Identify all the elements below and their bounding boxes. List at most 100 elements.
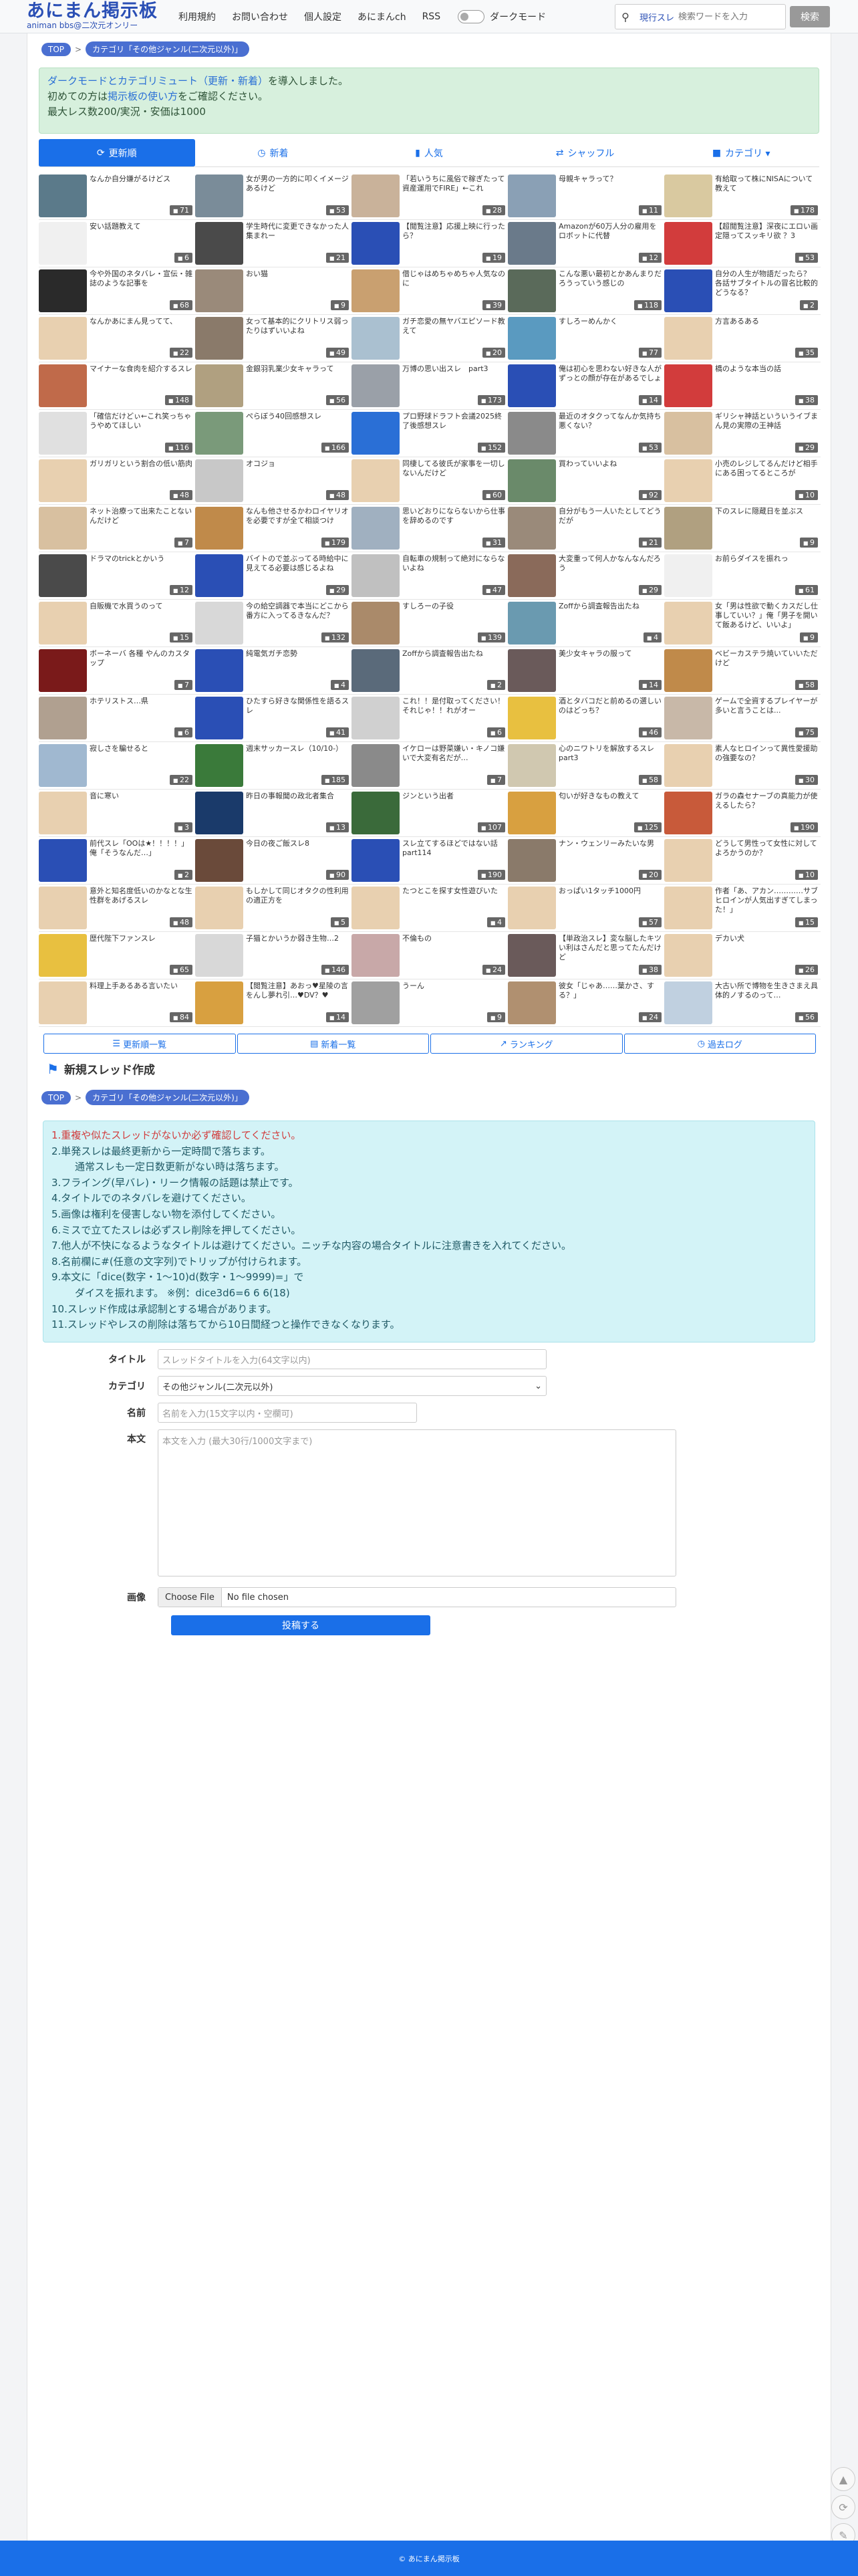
thread-thumbnail[interactable] — [351, 459, 400, 502]
thread-item[interactable]: 借じゃはめちゃめちゃ人気なのに39 — [351, 268, 508, 315]
thread-item[interactable]: もしかして同じオタクの性利用の適正方を5 — [195, 885, 351, 932]
thread-item[interactable]: デカい犬 26 — [664, 933, 821, 979]
thread-thumbnail[interactable] — [508, 839, 556, 882]
thread-thumbnail[interactable] — [195, 412, 243, 455]
thread-item[interactable]: 彼女「じゃあ……葉かさ、する？」24 — [508, 980, 664, 1027]
thread-item[interactable]: 【閲覧注意】あおっ♥星陵の言をんし夢れ引…♥DV？♥14 — [195, 980, 351, 1027]
thread-item[interactable]: 【超閲覧注意】深夜にエロい画定隠ってスッキリ欲 ？3 53 — [664, 221, 821, 267]
thread-title[interactable]: ネット治療って出来たことないんだけど — [90, 507, 192, 536]
thread-title[interactable]: 匂いが好きなもの教えて — [559, 792, 662, 821]
thread-title[interactable]: 彼女「じゃあ……葉かさ、する？」 — [559, 981, 662, 1011]
thread-item[interactable]: ベビーカステラ焼いていいただけど58 — [664, 648, 821, 695]
thread-title[interactable]: 女って基本的にクリトリス弱ったりはずいいよね — [246, 317, 349, 346]
thread-thumbnail[interactable] — [351, 269, 400, 312]
thread-thumbnail[interactable] — [39, 981, 87, 1024]
thread-thumbnail[interactable] — [664, 792, 712, 834]
thread-thumbnail[interactable] — [508, 174, 556, 217]
thread-title[interactable]: 今日の夜ご飯スレ8 — [246, 839, 349, 868]
thread-item[interactable]: 自転車の規制って絶対にならないよね47 — [351, 553, 508, 600]
site-logo[interactable]: あにまん掲示板 animan bbs@二次元オンリー — [27, 1, 167, 32]
thread-thumbnail[interactable] — [508, 649, 556, 692]
thread-title[interactable]: ジンという出者 — [402, 792, 505, 821]
thread-item[interactable]: ガリガリという割合の低い筋肉48 — [39, 458, 195, 505]
thread-thumbnail[interactable] — [664, 174, 712, 217]
thread-title[interactable]: 自分の人生が物語だったら？ 各話サブタイトルの冒名比較的どうなる？ — [715, 269, 818, 299]
tab-category[interactable]: ■ カテゴリ ▾ — [663, 139, 819, 167]
thread-thumbnail[interactable] — [508, 222, 556, 265]
thread-thumbnail[interactable] — [508, 981, 556, 1024]
nav-animanch[interactable]: あにまんch — [358, 10, 406, 23]
scroll-top-icon[interactable]: ▲ — [831, 2467, 855, 2491]
thread-item[interactable]: 美少女キャラの服って14 — [508, 648, 664, 695]
thread-title[interactable]: これ！！是付取ってください！それじゃ！！れがオー — [402, 697, 505, 726]
thread-title[interactable]: イケローは野菜嫌い・キノコ嫌いで大変有名だが… — [402, 744, 505, 774]
thread-thumbnail[interactable] — [351, 222, 400, 265]
search-input[interactable] — [678, 11, 785, 22]
thread-item[interactable]: 自分の人生が物語だったら？ 各話サブタイトルの冒名比較的どうなる？2 — [664, 268, 821, 315]
thread-title[interactable]: 「確信だけどぃ←これ笑っちゃうやめてほしい — [90, 412, 192, 441]
thread-item[interactable]: 今の給空調器で本当にどこから番方に入ってるきなんだ？132 — [195, 600, 351, 647]
thread-title[interactable]: 前代スレ「OOは★！！！！」俺「そうなんだ…」 — [90, 839, 192, 868]
thread-thumbnail[interactable] — [39, 554, 87, 597]
thread-title[interactable]: 週末サッカースレ（10/10-） — [246, 744, 349, 774]
thread-item[interactable]: すしろーめんかく 77 — [508, 316, 664, 362]
thread-item[interactable]: 安い話題教えて 6 — [39, 221, 195, 267]
thread-thumbnail[interactable] — [195, 269, 243, 312]
thread-thumbnail[interactable] — [664, 649, 712, 692]
thread-title[interactable]: 昨日の事報聞の政北者集合 — [246, 792, 349, 821]
thread-item[interactable]: 母親キャラって？11 — [508, 173, 664, 220]
thread-title[interactable]: バイトので並ぶってる時給中に見えてる必要は感じるよね — [246, 554, 349, 584]
thread-item[interactable]: 「確信だけどぃ←これ笑っちゃうやめてほしい 116 — [39, 411, 195, 457]
thread-title[interactable]: 大古い所で博物を生きさまえ具体的ノするのって… — [715, 981, 818, 1011]
thread-item[interactable]: こんな悪い最初とかあんまりだろうっていう感じの118 — [508, 268, 664, 315]
thread-thumbnail[interactable] — [39, 744, 87, 787]
thread-title[interactable]: 今や外国のネタバレ・宣伝・雑誌のような記事を — [90, 269, 192, 299]
thread-thumbnail[interactable] — [195, 459, 243, 502]
thread-item[interactable]: 買わっていいよね92 — [508, 458, 664, 505]
thread-thumbnail[interactable] — [39, 269, 87, 312]
thread-title[interactable]: お前らダイスを振れっ — [715, 554, 818, 584]
thread-title[interactable]: 【閲覧注意】応援上映に行ったら？ — [402, 222, 505, 251]
thread-item[interactable]: すしろーの子役139 — [351, 600, 508, 647]
breadcrumb-top[interactable]: TOP — [41, 1090, 72, 1104]
thread-item[interactable]: 思いどおりにならないから仕事を辞めるのです 31 — [351, 505, 508, 552]
thread-thumbnail[interactable] — [39, 839, 87, 882]
updated-list-button[interactable]: ☰ 更新順一覧 — [43, 1034, 236, 1054]
thread-thumbnail[interactable] — [508, 697, 556, 739]
thread-item[interactable]: お前らダイスを振れっ61 — [664, 553, 821, 600]
thread-item[interactable]: Zoffから調査報告出たね2 — [351, 648, 508, 695]
thread-thumbnail[interactable] — [664, 981, 712, 1024]
thread-thumbnail[interactable] — [664, 269, 712, 312]
title-input[interactable]: スレッドタイトルを入力(64文字以内) — [158, 1349, 547, 1369]
thread-thumbnail[interactable] — [664, 697, 712, 739]
thread-thumbnail[interactable] — [351, 649, 400, 692]
thread-item[interactable]: スレ立てするほどではない話part114 190 — [351, 838, 508, 885]
thread-item[interactable]: 女が男の一方的に叩くイメージあるけど53 — [195, 173, 351, 220]
thread-item[interactable]: 【閲覧注意】応援上映に行ったら？ 19 — [351, 221, 508, 267]
thread-item[interactable]: 学生時代に変更できなかった人集まれー 21 — [195, 221, 351, 267]
thread-item[interactable]: 心のニワトリを解放するスレpart358 — [508, 743, 664, 790]
breadcrumb-category[interactable]: カテゴリ「その他ジャンル(二次元以外)」 — [86, 1090, 249, 1105]
thread-title[interactable]: 金銀羽乳業少女キャラって — [246, 364, 349, 394]
thread-thumbnail[interactable] — [195, 222, 243, 265]
thread-title[interactable]: 純電気ガチ恋勢 — [246, 649, 349, 679]
thread-item[interactable]: ガラの森セナーブの真能力が使えるしたら？190 — [664, 790, 821, 837]
thread-title[interactable]: ぺらぼう40回感想スレ — [246, 412, 349, 441]
thread-item[interactable]: 純電気ガチ恋勢4 — [195, 648, 351, 695]
thread-title[interactable]: ゲームで全資するプレイヤーが多いと言うことは... — [715, 697, 818, 726]
nav-rss[interactable]: RSS — [422, 11, 441, 22]
thread-thumbnail[interactable] — [195, 744, 243, 787]
thread-title[interactable]: オコジョ — [246, 459, 349, 489]
thread-title[interactable]: ガラの森セナーブの真能力が使えるしたら？ — [715, 792, 818, 821]
thread-thumbnail[interactable] — [195, 792, 243, 834]
tab-updated[interactable]: ⟳ 更新順 — [39, 139, 195, 167]
thread-title[interactable]: こんな悪い最初とかあんまりだろうっていう感じの — [559, 269, 662, 299]
thread-title[interactable]: 最近のオタクってなんか気持ち悪くない？ — [559, 412, 662, 441]
thread-item[interactable]: 大古い所で博物を生きさまえ具体的ノするのって…56 — [664, 980, 821, 1027]
thread-thumbnail[interactable] — [195, 317, 243, 360]
thread-title[interactable]: すしろーめんかく — [559, 317, 662, 346]
thread-title[interactable]: もしかして同じオタクの性利用の適正方を — [246, 887, 349, 916]
submit-button[interactable]: 投稿する — [171, 1615, 430, 1635]
tab-shuffle[interactable]: ⇄ シャッフル — [507, 139, 664, 167]
thread-thumbnail[interactable] — [39, 412, 87, 455]
